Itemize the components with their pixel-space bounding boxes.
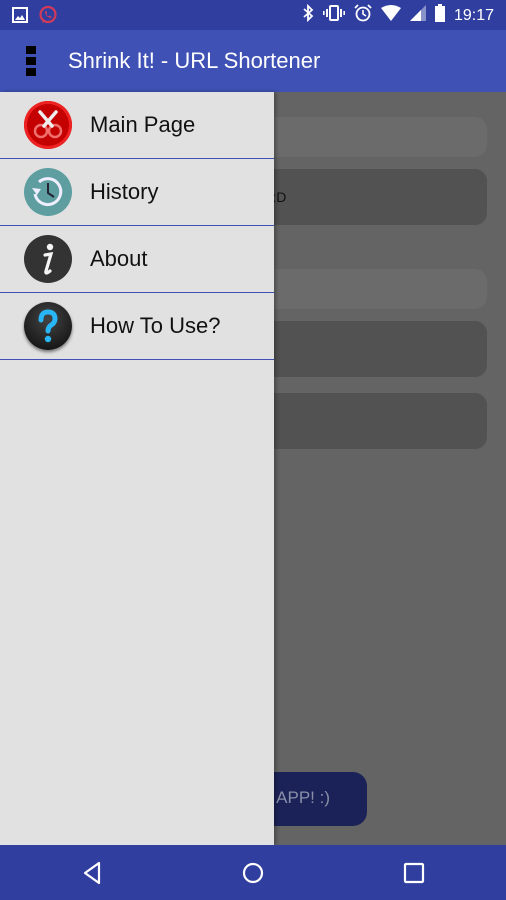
- bluetooth-icon: [302, 3, 314, 27]
- drawer-item-label: How To Use?: [90, 313, 221, 338]
- battery-icon: [434, 4, 445, 27]
- info-icon: [24, 235, 72, 283]
- share-button: T!: [240, 393, 487, 449]
- overflow-menu-icon[interactable]: [26, 46, 38, 76]
- drawer-item-label: About: [90, 246, 148, 271]
- vibrate-icon: [322, 5, 345, 26]
- history-clock-icon: [24, 168, 72, 216]
- home-icon[interactable]: [240, 860, 266, 886]
- scissors-icon: [24, 101, 72, 149]
- app-title: Shrink It! - URL Shortener: [68, 48, 321, 73]
- status-bar: 19:17: [0, 0, 506, 30]
- url-input: [240, 117, 487, 157]
- back-icon[interactable]: [80, 860, 106, 886]
- drawer-item-label: History: [90, 179, 159, 204]
- recents-icon[interactable]: [401, 860, 427, 886]
- alarm-icon: [354, 4, 372, 27]
- system-nav-bar: [0, 845, 506, 900]
- shrink-button: T! :D: [240, 169, 487, 225]
- drawer-item-about[interactable]: About: [0, 226, 274, 293]
- clock-time: 19:17: [453, 6, 494, 24]
- question-icon: [24, 302, 72, 350]
- whatsapp-icon: [38, 5, 58, 30]
- drawer-item-history[interactable]: History: [0, 159, 274, 226]
- wifi-icon: [380, 5, 401, 26]
- gallery-icon: [12, 7, 28, 28]
- short-url-field: [240, 269, 487, 309]
- drawer-item-how-to-use[interactable]: How To Use?: [0, 293, 274, 360]
- signal-icon: [409, 5, 426, 26]
- drawer-item-main-page[interactable]: Main Page: [0, 92, 274, 159]
- drawer-item-label: Main Page: [90, 112, 196, 137]
- copy-button: [240, 321, 487, 377]
- app-bar: Shrink It! - URL Shortener: [0, 30, 506, 92]
- navigation-drawer: Main Page History About How To Use?: [0, 92, 274, 845]
